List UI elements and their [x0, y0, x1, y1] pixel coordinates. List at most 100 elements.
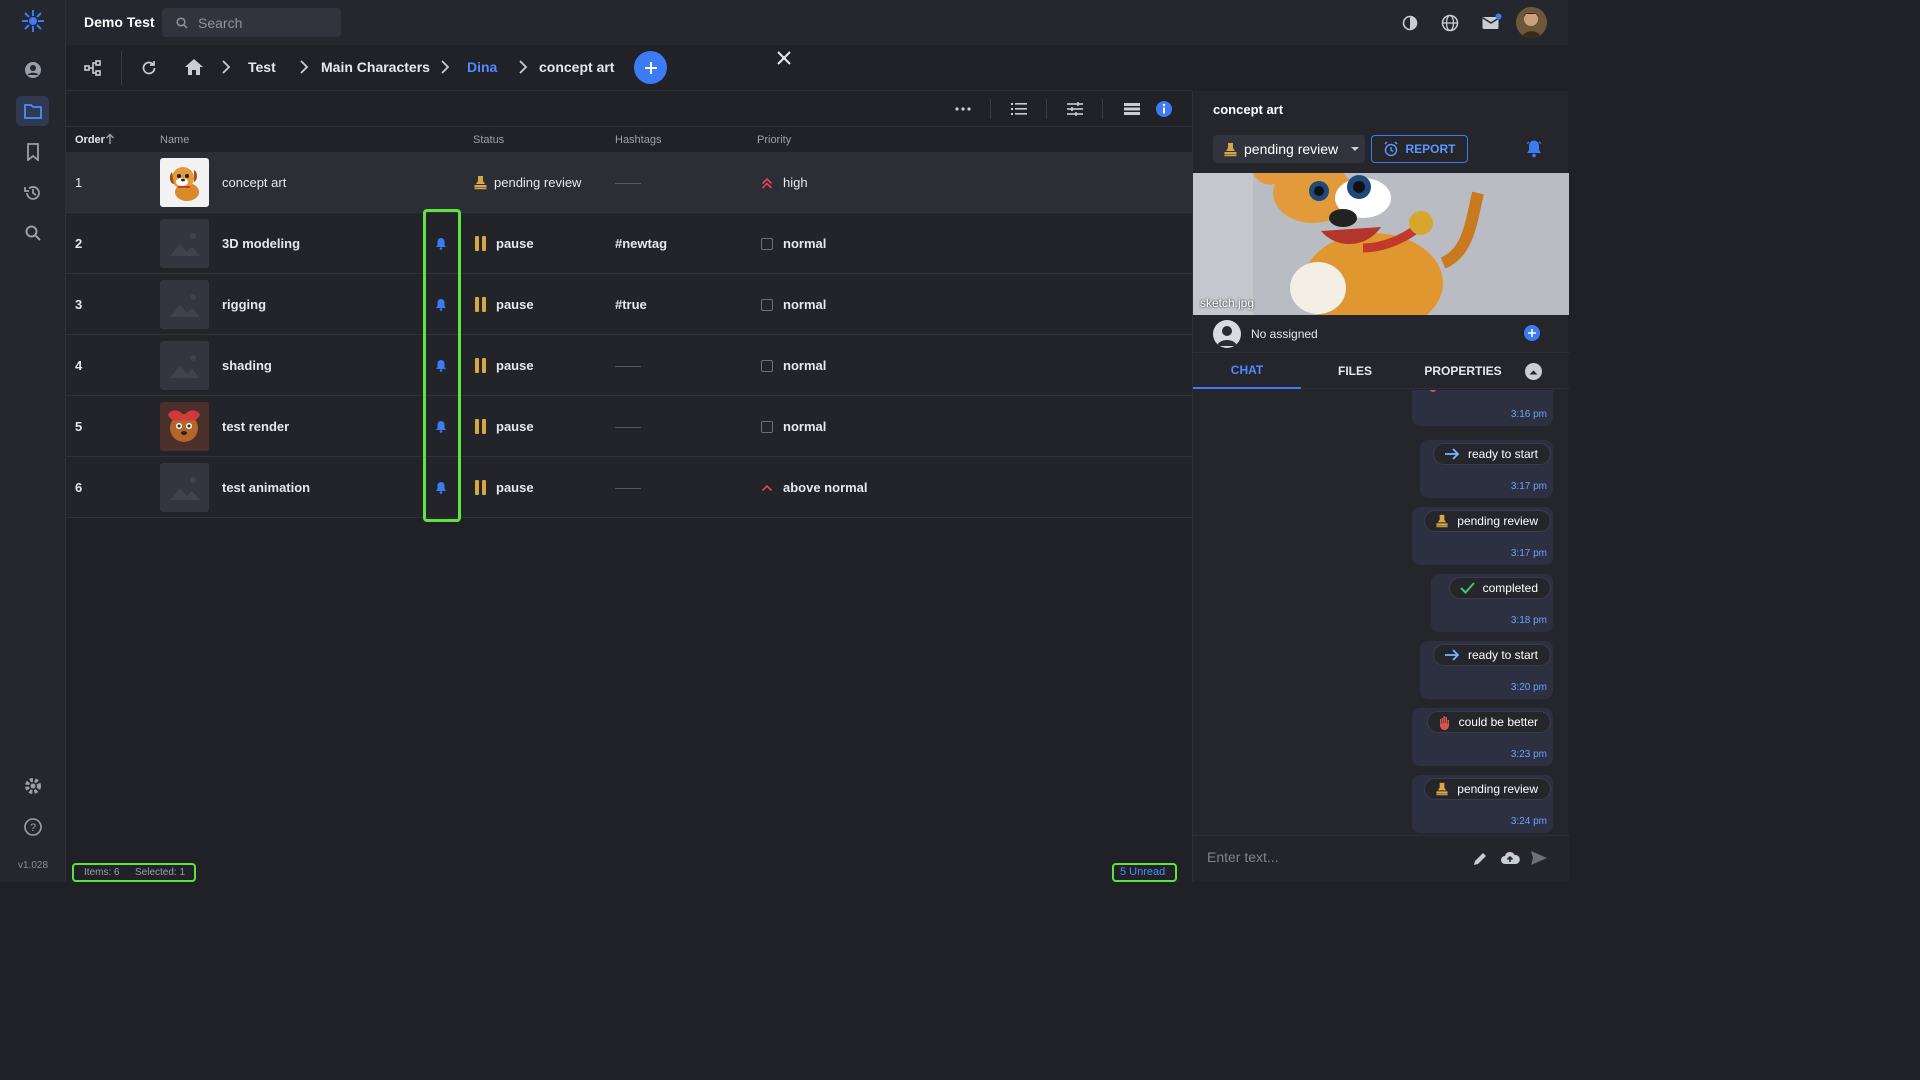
refresh-icon[interactable]	[140, 59, 158, 77]
search-box[interactable]: Search	[162, 8, 341, 37]
tree-view-icon[interactable]	[84, 59, 102, 77]
chat-messages: 3:16 pm ready to start 3:17 pm pending r…	[1193, 390, 1569, 835]
message-time: 3:17 pm	[1510, 481, 1547, 492]
breadcrumb-dina[interactable]: Dina	[467, 59, 497, 75]
mail-icon[interactable]	[1480, 12, 1502, 34]
user-avatar[interactable]	[1516, 7, 1547, 38]
collapse-chevron-up-icon[interactable]	[1525, 363, 1542, 380]
status-label: pause	[496, 297, 534, 312]
assignee-label: No assigned	[1251, 327, 1318, 341]
history-icon[interactable]	[16, 178, 49, 208]
table-header: Order Name Status Hashtags Priority	[66, 128, 1192, 151]
pause-icon	[475, 236, 479, 251]
projects-folder-icon[interactable]	[16, 96, 49, 126]
settings-gear-icon[interactable]	[16, 771, 49, 801]
message-text: could be better	[1458, 715, 1538, 729]
pause-icon	[475, 358, 479, 373]
add-button[interactable]	[634, 51, 667, 84]
close-icon[interactable]	[773, 47, 795, 69]
column-order[interactable]: Order	[75, 134, 105, 146]
table-row[interactable]: 6 test animation pause —— above normal	[66, 457, 1192, 518]
row-hashtag-empty: ——	[615, 175, 641, 190]
row-name: test render	[222, 419, 290, 434]
arrow-right-icon	[1444, 649, 1460, 661]
row-hashtag-empty: ——	[615, 358, 641, 373]
preview-filename: sketch.jpg	[1200, 296, 1255, 310]
pause-icon	[475, 419, 479, 434]
thumbnail-placeholder-icon	[160, 341, 209, 390]
add-assignee-button[interactable]	[1524, 325, 1540, 341]
table-row[interactable]: 1 concept art pending review —— high	[66, 152, 1192, 213]
account-icon[interactable]	[16, 55, 49, 85]
row-hashtag[interactable]: #true	[615, 274, 647, 335]
status-label: pause	[496, 480, 534, 495]
preview-image[interactable]: sketch.jpg	[1193, 173, 1569, 315]
toolbar-divider	[1102, 99, 1103, 119]
breadcrumb-test[interactable]: Test	[248, 59, 276, 75]
status-bar: Items: 6 Selected: 1 5 Unread	[66, 862, 1192, 882]
pause-icon	[475, 480, 479, 495]
column-name[interactable]: Name	[160, 134, 189, 146]
row-name: rigging	[222, 297, 267, 312]
info-icon[interactable]	[1154, 99, 1174, 119]
message-time: 3:23 pm	[1510, 749, 1547, 760]
row-priority: normal	[761, 213, 826, 274]
table-row[interactable]: 2 3D modeling pause #newtag normal	[66, 213, 1192, 274]
table-row[interactable]: 3 rigging pause #true normal	[66, 274, 1192, 335]
breadcrumb-bar: Test Main Characters Dina concept art	[66, 45, 1192, 91]
cloud-upload-icon[interactable]	[1500, 850, 1520, 866]
stamp-icon	[1436, 514, 1448, 528]
priority-normal-icon	[761, 298, 773, 311]
breadcrumb-main-characters[interactable]: Main Characters	[321, 59, 430, 75]
assignee-row: No assigned	[1193, 315, 1569, 353]
message-status-pill: ready to start	[1432, 644, 1551, 666]
thumbnail-placeholder-icon	[160, 219, 209, 268]
search-placeholder[interactable]: Search	[198, 15, 242, 31]
status-dropdown[interactable]: pending review	[1213, 135, 1365, 163]
chat-message: ready to start 3:17 pm	[1420, 440, 1553, 498]
message-text: ready to start	[1467, 648, 1538, 662]
app-logo-icon[interactable]	[16, 6, 49, 36]
language-globe-icon[interactable]	[1439, 12, 1461, 34]
notification-bell-icon[interactable]	[1525, 139, 1543, 158]
row-order: 4	[75, 358, 83, 373]
message-status-pill: completed	[1448, 577, 1551, 599]
send-icon[interactable]	[1530, 850, 1548, 866]
chat-input-row	[1193, 835, 1569, 882]
help-icon[interactable]: ?	[16, 812, 49, 842]
table-row[interactable]: 4 shading pause —— normal	[66, 335, 1192, 396]
breadcrumb-current[interactable]: concept art	[539, 59, 614, 75]
column-status[interactable]: Status	[473, 134, 504, 146]
more-options-icon[interactable]	[953, 99, 973, 119]
table-view-icon[interactable]	[1122, 99, 1142, 119]
chat-input[interactable]	[1207, 849, 1447, 865]
tab-properties[interactable]: PROPERTIES	[1409, 353, 1517, 389]
bookmark-icon[interactable]	[16, 137, 49, 167]
message-status-pill: could be better	[1426, 711, 1551, 733]
list-order-icon[interactable]	[1009, 99, 1029, 119]
toolbar-divider	[990, 99, 991, 119]
column-hashtags[interactable]: Hashtags	[615, 134, 661, 146]
search-icon[interactable]	[16, 218, 49, 248]
tab-files[interactable]: FILES	[1301, 353, 1409, 389]
row-priority: above normal	[761, 457, 868, 518]
tab-chat[interactable]: CHAT	[1193, 353, 1301, 389]
row-hashtag[interactable]: #newtag	[615, 213, 667, 274]
panel-title: concept art	[1213, 102, 1284, 117]
report-button[interactable]: REPORT	[1371, 135, 1468, 163]
pencil-icon[interactable]	[1472, 851, 1488, 867]
home-icon[interactable]	[184, 58, 204, 76]
bell-column-highlight	[423, 209, 461, 522]
sort-ascending-icon[interactable]	[105, 133, 115, 145]
row-status: pause	[475, 274, 534, 335]
chevron-right-icon	[221, 60, 231, 74]
row-name: 3D modeling	[222, 236, 301, 251]
table-row[interactable]: 5 test render pause —— normal	[66, 396, 1192, 457]
unread-count[interactable]: 5 Unread	[1120, 866, 1165, 878]
row-status: pause	[475, 457, 534, 518]
theme-toggle-icon[interactable]	[1399, 12, 1421, 34]
message-text: pending review	[1457, 514, 1538, 528]
filter-sliders-icon[interactable]	[1065, 99, 1085, 119]
chevron-right-icon	[518, 60, 528, 74]
column-priority[interactable]: Priority	[757, 134, 791, 146]
